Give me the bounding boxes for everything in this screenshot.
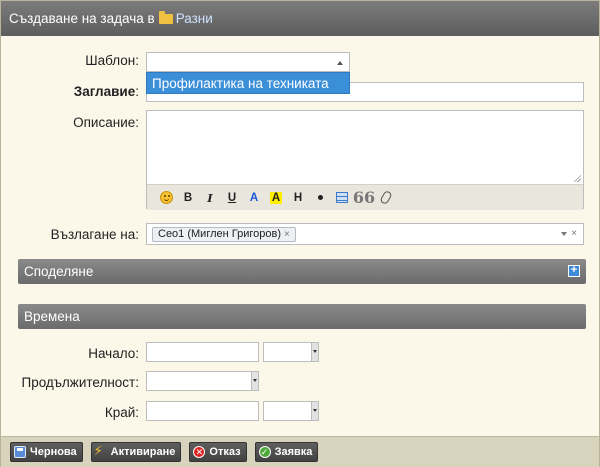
template-select[interactable]	[146, 52, 350, 72]
times-section-header: Времена	[18, 304, 586, 329]
lightning-icon	[94, 443, 107, 459]
assign-label: Възлагане на:	[50, 227, 139, 242]
highlight-button[interactable]: A	[265, 188, 287, 208]
clear-icon[interactable]: ×	[571, 228, 577, 239]
end-date-input[interactable]	[146, 401, 259, 421]
spinner-icon[interactable]	[251, 372, 258, 390]
submit-button-label: Заявка	[274, 446, 313, 458]
sharing-section-title: Споделяне	[24, 264, 94, 279]
start-time-select[interactable]	[263, 342, 319, 362]
table-icon	[336, 192, 348, 203]
bold-button[interactable]: B	[177, 188, 199, 208]
select-arrow-icon	[337, 61, 343, 65]
dialog-title: Създаване на задача в	[9, 11, 155, 26]
template-option[interactable]: Профилактика на техниката	[146, 72, 350, 94]
start-label: Начало:	[88, 346, 139, 361]
title-label: Заглавие:	[41, 84, 139, 99]
activate-button-label: Активиране	[110, 446, 176, 458]
end-label: Край:	[104, 405, 139, 420]
quote-button[interactable]: 66	[353, 188, 375, 208]
floppy-icon	[14, 446, 26, 458]
attach-button[interactable]	[375, 188, 397, 208]
resize-grip-icon[interactable]	[573, 174, 581, 182]
submit-button[interactable]: ✓ Заявка	[254, 442, 319, 462]
task-create-dialog: Създаване на задача в Разни Шаблон: Загл…	[0, 0, 600, 467]
dropdown-arrow-icon[interactable]	[561, 231, 568, 236]
spinner-icon[interactable]	[311, 343, 318, 361]
end-time-select[interactable]	[263, 401, 319, 421]
cancel-button[interactable]: ✕ Отказ	[189, 442, 247, 462]
draft-button-label: Чернова	[30, 446, 77, 458]
bullet-list-button[interactable]	[309, 188, 331, 208]
cancel-icon: ✕	[193, 446, 206, 458]
folder-link[interactable]: Разни	[158, 10, 213, 26]
start-date-input[interactable]	[146, 342, 259, 362]
assignee-chip: Сео1 (Миглен Григоров) ×	[152, 227, 296, 242]
title-label-colon: :	[135, 84, 139, 99]
assignee-name: Сео1 (Миглен Григоров)	[158, 228, 281, 240]
chip-remove-icon[interactable]: ×	[284, 228, 290, 241]
times-section-title: Времена	[24, 309, 80, 324]
title-label-text: Заглавие	[73, 84, 136, 99]
template-label: Шаблон:	[85, 53, 139, 68]
italic-button[interactable]: I	[199, 188, 221, 208]
activate-button[interactable]: Активиране	[90, 442, 182, 462]
emoji-button[interactable]	[155, 188, 177, 208]
folder-name: Разни	[175, 11, 213, 26]
description-label: Описание:	[73, 115, 139, 130]
expand-plus-icon[interactable]: +	[568, 265, 580, 277]
assign-controls: ×	[561, 228, 577, 239]
underline-button[interactable]: U	[221, 188, 243, 208]
duration-select[interactable]	[146, 371, 259, 391]
text-color-button[interactable]: A	[243, 188, 265, 208]
check-icon: ✓	[258, 446, 271, 458]
duration-label: Продължителност:	[21, 375, 139, 390]
spinner-icon[interactable]	[311, 402, 318, 420]
dialog-titlebar: Създаване на задача в Разни	[1, 1, 599, 36]
draft-button[interactable]: Чернова	[10, 442, 83, 462]
smiley-icon	[159, 191, 173, 204]
table-button[interactable]	[331, 188, 353, 208]
heading-button[interactable]: H	[287, 188, 309, 208]
paperclip-icon	[379, 189, 393, 206]
highlight-letter: A	[269, 191, 283, 204]
assign-input[interactable]: Сео1 (Миглен Григоров) × ×	[146, 223, 584, 245]
sharing-section-header[interactable]: Споделяне +	[18, 259, 586, 284]
dialog-footer: Чернова Активиране ✕ Отказ ✓ Заявка	[1, 436, 599, 467]
cancel-button-label: Отказ	[209, 446, 241, 458]
editor-toolbar: B I U A A H 66	[147, 184, 583, 210]
folder-icon	[158, 10, 173, 24]
description-editor: B I U A A H 66	[146, 110, 584, 210]
description-textarea[interactable]	[147, 111, 583, 184]
